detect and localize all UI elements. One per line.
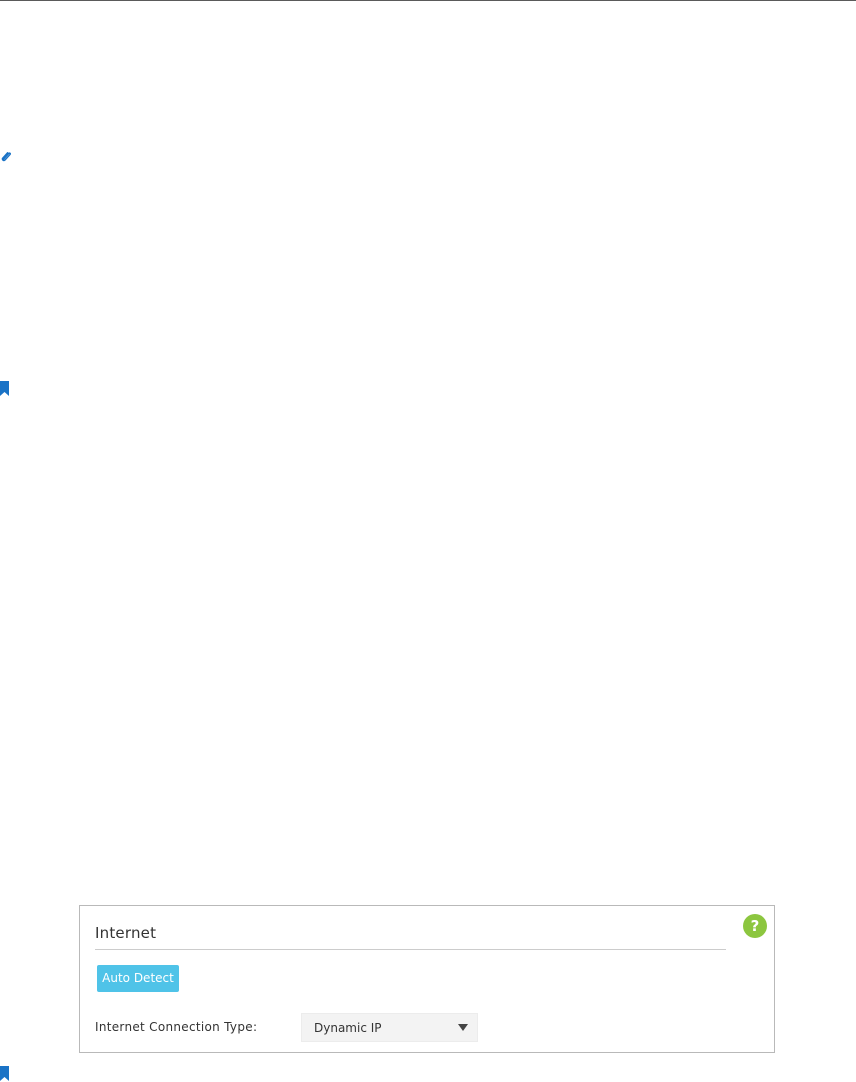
caret-down-icon [458,1024,468,1031]
paperclip-icon[interactable] [0,150,12,162]
bookmark-icon[interactable] [0,381,10,397]
connection-type-value: Dynamic IP [314,1021,382,1035]
internet-panel: Internet ? Auto Detect Internet Connecti… [79,905,775,1053]
panel-title-divider [95,949,726,950]
connection-type-select[interactable]: Dynamic IP [301,1013,478,1042]
bookmark-icon[interactable] [0,1066,10,1082]
panel-title: Internet [95,924,157,942]
top-divider [0,0,856,1]
auto-detect-button[interactable]: Auto Detect [97,965,179,992]
connection-type-label: Internet Connection Type: [95,1020,258,1034]
help-icon[interactable]: ? [743,914,767,938]
